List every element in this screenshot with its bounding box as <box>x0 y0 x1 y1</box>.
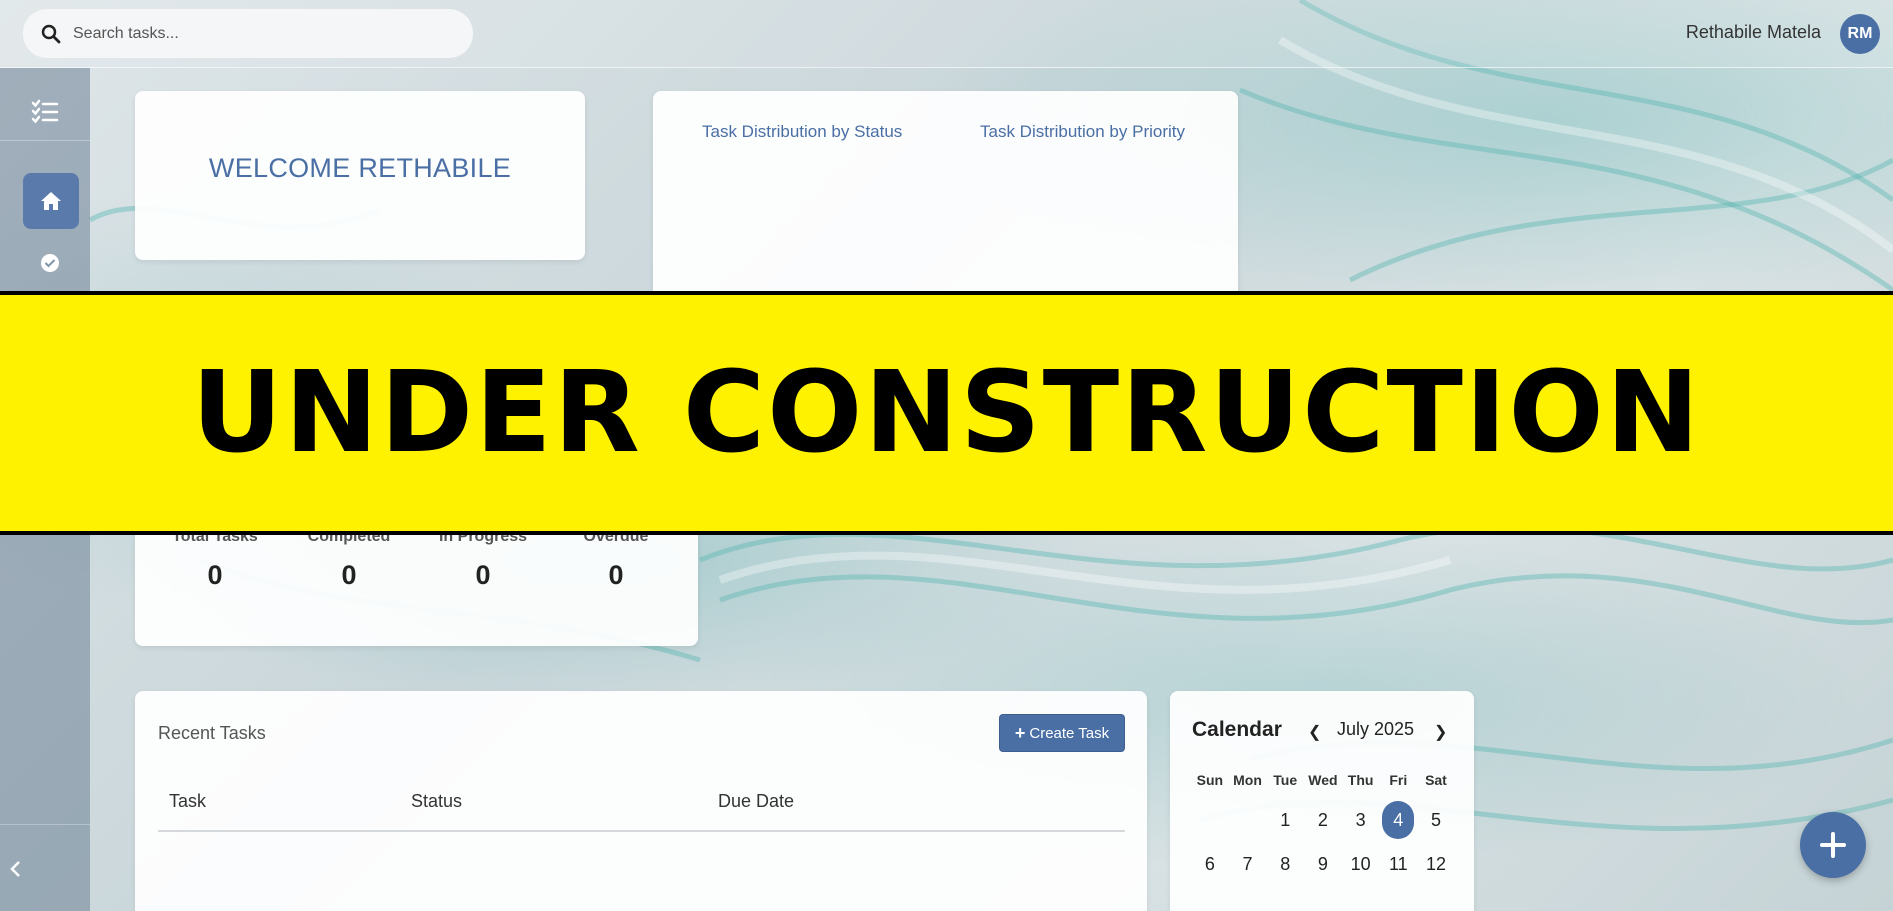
recent-tasks-card: Recent Tasks + Create Task Task Status D… <box>135 691 1147 911</box>
calendar-title: Calendar <box>1192 718 1282 741</box>
add-task-fab[interactable] <box>1800 812 1866 878</box>
sidebar-divider <box>0 824 90 825</box>
calendar-card: Calendar ❮ July 2025 ❯ Sun Mon Tue Wed T… <box>1170 691 1474 911</box>
weekday: Fri <box>1389 772 1408 788</box>
stat-value: 0 <box>207 560 223 590</box>
top-bar: Rethabile Matela RM <box>0 0 1893 68</box>
calendar-grid: Sun Mon Tue Wed Thu Fri Sat 1 2 3 4 5 6 … <box>1191 772 1455 886</box>
chevron-right-icon[interactable]: ❯ <box>1434 722 1447 742</box>
column-header-status[interactable]: Status <box>411 791 462 812</box>
plus-icon <box>1820 832 1846 858</box>
weekday: Wed <box>1308 772 1338 788</box>
calendar-day <box>1191 798 1229 842</box>
week-row: 1 2 3 4 5 <box>1191 798 1455 842</box>
create-task-button[interactable]: + Create Task <box>999 714 1125 752</box>
calendar-day[interactable]: 12 <box>1417 842 1455 886</box>
calendar-day[interactable]: 8 <box>1266 842 1304 886</box>
search-input[interactable] <box>73 24 433 43</box>
calendar-day[interactable]: 10 <box>1342 842 1380 886</box>
calendar-day <box>1229 798 1267 842</box>
today-label: 4 <box>1382 801 1415 839</box>
weekday: Mon <box>1233 772 1262 788</box>
column-header-due-date[interactable]: Due Date <box>718 791 794 812</box>
calendar-month: July 2025 <box>1337 719 1415 739</box>
stat-value: 0 <box>608 560 624 590</box>
week-row: 6 7 8 9 10 11 12 <box>1191 842 1455 886</box>
distribution-card: Task Distribution by Status Task Distrib… <box>653 91 1238 311</box>
sidebar-item-home[interactable] <box>23 173 79 229</box>
stat-overdue: Overdue 0 <box>556 528 676 591</box>
user-name: Rethabile Matela <box>1685 22 1821 42</box>
welcome-title: WELCOME RETHABILE <box>208 153 512 183</box>
table-header-divider <box>158 830 1125 832</box>
stat-value: 0 <box>475 560 491 590</box>
stat-completed: Completed 0 <box>289 528 409 591</box>
search-box[interactable] <box>23 9 473 58</box>
status-distribution-title: Task Distribution by Status <box>702 122 903 141</box>
chevron-left-icon[interactable] <box>8 858 24 880</box>
stat-total: Total Tasks 0 <box>155 528 275 591</box>
home-icon <box>41 192 61 210</box>
stat-in-progress: In Progress 0 <box>423 528 543 591</box>
calendar-day[interactable]: 7 <box>1229 842 1267 886</box>
calendar-day[interactable]: 5 <box>1417 798 1455 842</box>
calendar-day[interactable]: 11 <box>1379 842 1417 886</box>
create-task-label: Create Task <box>1029 724 1110 742</box>
priority-distribution-title: Task Distribution by Priority <box>980 122 1186 141</box>
column-header-task[interactable]: Task <box>169 791 206 812</box>
chevron-left-icon[interactable]: ❮ <box>1308 722 1321 742</box>
search-icon <box>41 24 61 43</box>
plus-icon: + <box>1014 722 1026 743</box>
tasks-list-icon[interactable] <box>30 96 60 126</box>
calendar-day[interactable]: 1 <box>1266 798 1304 842</box>
calendar-day[interactable]: 3 <box>1342 798 1380 842</box>
weekday-row: Sun Mon Tue Wed Thu Fri Sat <box>1191 772 1455 788</box>
avatar[interactable]: RM <box>1840 14 1880 54</box>
sidebar-divider <box>0 140 90 141</box>
weekday: Tue <box>1273 772 1298 788</box>
weekday: Sat <box>1425 772 1447 788</box>
stat-value: 0 <box>341 560 357 590</box>
weekday: Sun <box>1196 772 1224 788</box>
check-circle-icon[interactable] <box>39 252 61 274</box>
weekday: Thu <box>1347 772 1374 788</box>
calendar-day[interactable]: 6 <box>1191 842 1229 886</box>
banner-text: UNDER CONSTRUCTION <box>191 348 1702 478</box>
calendar-day[interactable]: 2 <box>1304 798 1342 842</box>
under-construction-banner: UNDER CONSTRUCTION <box>0 291 1893 535</box>
calendar-day-today[interactable]: 4 <box>1379 798 1417 842</box>
calendar-day[interactable]: 9 <box>1304 842 1342 886</box>
recent-tasks-title: Recent Tasks <box>158 723 266 743</box>
welcome-card: WELCOME RETHABILE <box>135 91 585 260</box>
